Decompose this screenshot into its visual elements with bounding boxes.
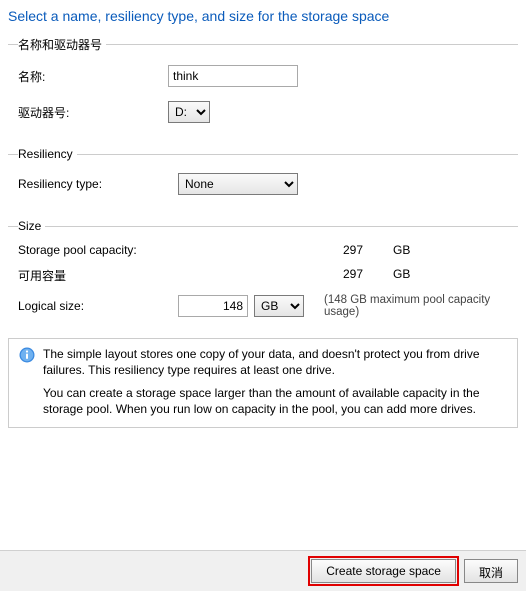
info-icon <box>19 347 35 363</box>
name-label: 名称: <box>18 68 168 85</box>
info-box: The simple layout stores one copy of you… <box>8 338 518 428</box>
resiliency-group: Resiliency Resiliency type: None <box>8 147 518 209</box>
resiliency-legend: Resiliency <box>18 147 77 161</box>
info-paragraph-1: The simple layout stores one copy of you… <box>43 347 507 378</box>
logical-size-input[interactable] <box>178 295 248 317</box>
drive-select[interactable]: D: <box>168 101 210 123</box>
pool-capacity-value: 297 <box>343 243 393 257</box>
available-capacity-label: 可用容量 <box>18 267 178 284</box>
pool-capacity-unit: GB <box>393 243 433 257</box>
button-bar: Create storage space 取消 <box>0 550 526 591</box>
available-capacity-value: 297 <box>343 267 393 281</box>
create-storage-space-button[interactable]: Create storage space <box>311 559 456 583</box>
size-legend: Size <box>18 219 45 233</box>
pool-capacity-label: Storage pool capacity: <box>18 243 178 257</box>
resiliency-type-select[interactable]: None <box>178 173 298 195</box>
cancel-button[interactable]: 取消 <box>464 559 518 583</box>
logical-size-label: Logical size: <box>18 299 178 313</box>
resiliency-type-label: Resiliency type: <box>18 177 178 191</box>
info-paragraph-2: You can create a storage space larger th… <box>43 386 507 417</box>
page-title: Select a name, resiliency type, and size… <box>8 8 518 24</box>
drive-label: 驱动器号: <box>18 104 168 121</box>
info-text: The simple layout stores one copy of you… <box>43 347 507 417</box>
name-input[interactable] <box>168 65 298 87</box>
logical-size-note: (148 GB maximum pool capacity usage) <box>324 294 508 318</box>
name-drive-group: 名称和驱动器号 名称: 驱动器号: D: <box>8 36 518 137</box>
size-group: Size Storage pool capacity: 297 GB 可用容量 … <box>8 219 518 328</box>
logical-size-unit-select[interactable]: GB <box>254 295 304 317</box>
name-drive-legend: 名称和驱动器号 <box>18 36 106 53</box>
available-capacity-unit: GB <box>393 267 433 281</box>
